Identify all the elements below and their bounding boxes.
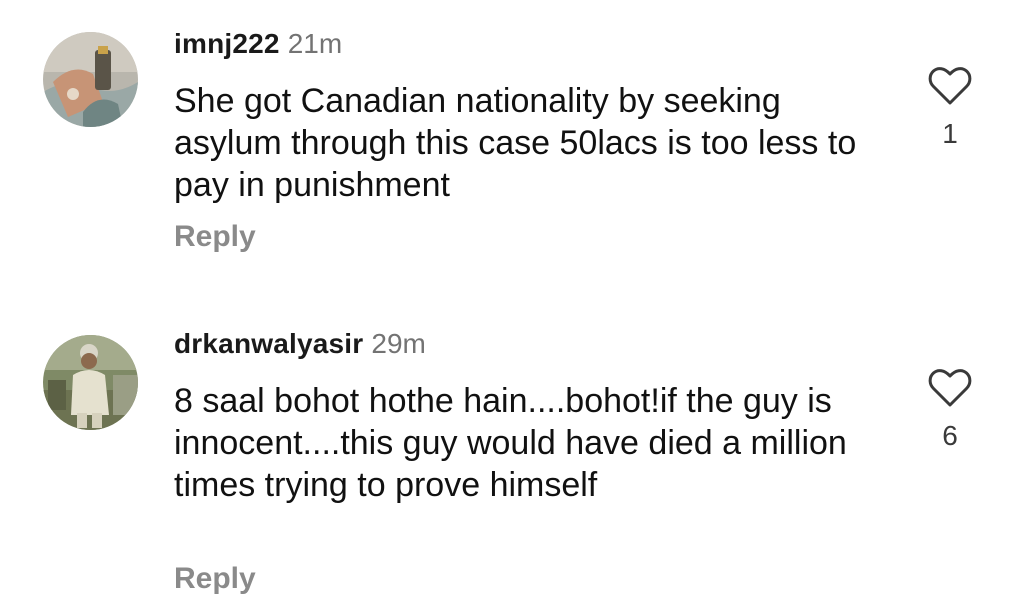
comment-item: drkanwalyasir 29m 8 saal bohot hothe hain… bbox=[0, 300, 1024, 612]
like-count: 1 bbox=[942, 118, 958, 149]
like-button[interactable]: 6 bbox=[922, 368, 978, 452]
like-count: 6 bbox=[942, 420, 958, 451]
comment-item: imnj222 21m She got Canadian nationality … bbox=[0, 0, 1024, 300]
reply-button[interactable]: Reply bbox=[174, 220, 256, 254]
comment-text: 8 saal bohot hothe hain....bohot!if the … bbox=[174, 382, 847, 504]
heart-outline-icon[interactable] bbox=[928, 368, 972, 408]
avatar[interactable] bbox=[43, 32, 138, 127]
avatar-image bbox=[43, 335, 138, 430]
timestamp: 21m bbox=[287, 28, 343, 59]
avatar[interactable] bbox=[43, 335, 138, 430]
comment-meta: drkanwalyasir 29m bbox=[174, 328, 426, 362]
reply-button[interactable]: Reply bbox=[174, 562, 256, 596]
comment-text: She got Canadian nationality by seeking … bbox=[174, 82, 857, 204]
timestamp: 29m bbox=[371, 328, 426, 359]
heart-outline-icon[interactable] bbox=[928, 66, 972, 106]
comment-meta: imnj222 21m bbox=[174, 28, 342, 62]
like-button[interactable]: 1 bbox=[922, 66, 978, 150]
avatar-image bbox=[43, 32, 138, 127]
username[interactable]: drkanwalyasir bbox=[174, 328, 363, 359]
username[interactable]: imnj222 bbox=[174, 28, 280, 59]
